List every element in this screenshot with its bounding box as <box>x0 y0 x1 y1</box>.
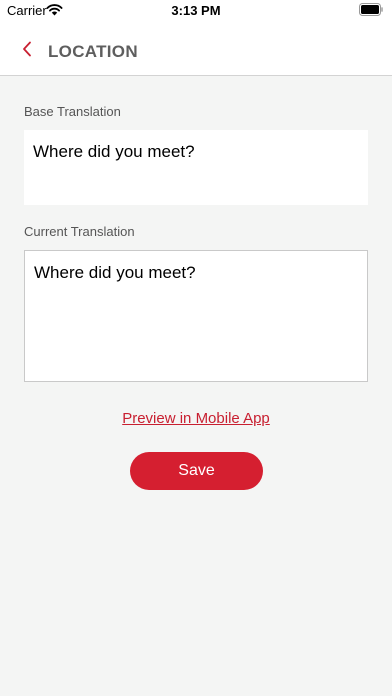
chevron-left-icon <box>23 41 31 57</box>
save-button[interactable]: Save <box>130 452 263 490</box>
battery-icon <box>359 3 383 16</box>
current-translation-label: Current Translation <box>24 224 135 239</box>
current-translation-input[interactable]: Where did you meet? <box>24 250 368 382</box>
back-button[interactable] <box>14 36 40 62</box>
base-translation-label: Base Translation <box>24 104 121 119</box>
clock: 3:13 PM <box>171 3 221 18</box>
base-translation-text: Where did you meet? <box>24 130 368 205</box>
status-bar: Carrier 3:13 PM <box>0 0 392 22</box>
nav-bar: LOCATION <box>0 22 392 76</box>
page-title: LOCATION <box>48 42 138 61</box>
preview-in-mobile-app-link[interactable]: Preview in Mobile App <box>0 410 392 427</box>
screen: Carrier 3:13 PM LOCATION Base Translatio… <box>0 0 392 696</box>
